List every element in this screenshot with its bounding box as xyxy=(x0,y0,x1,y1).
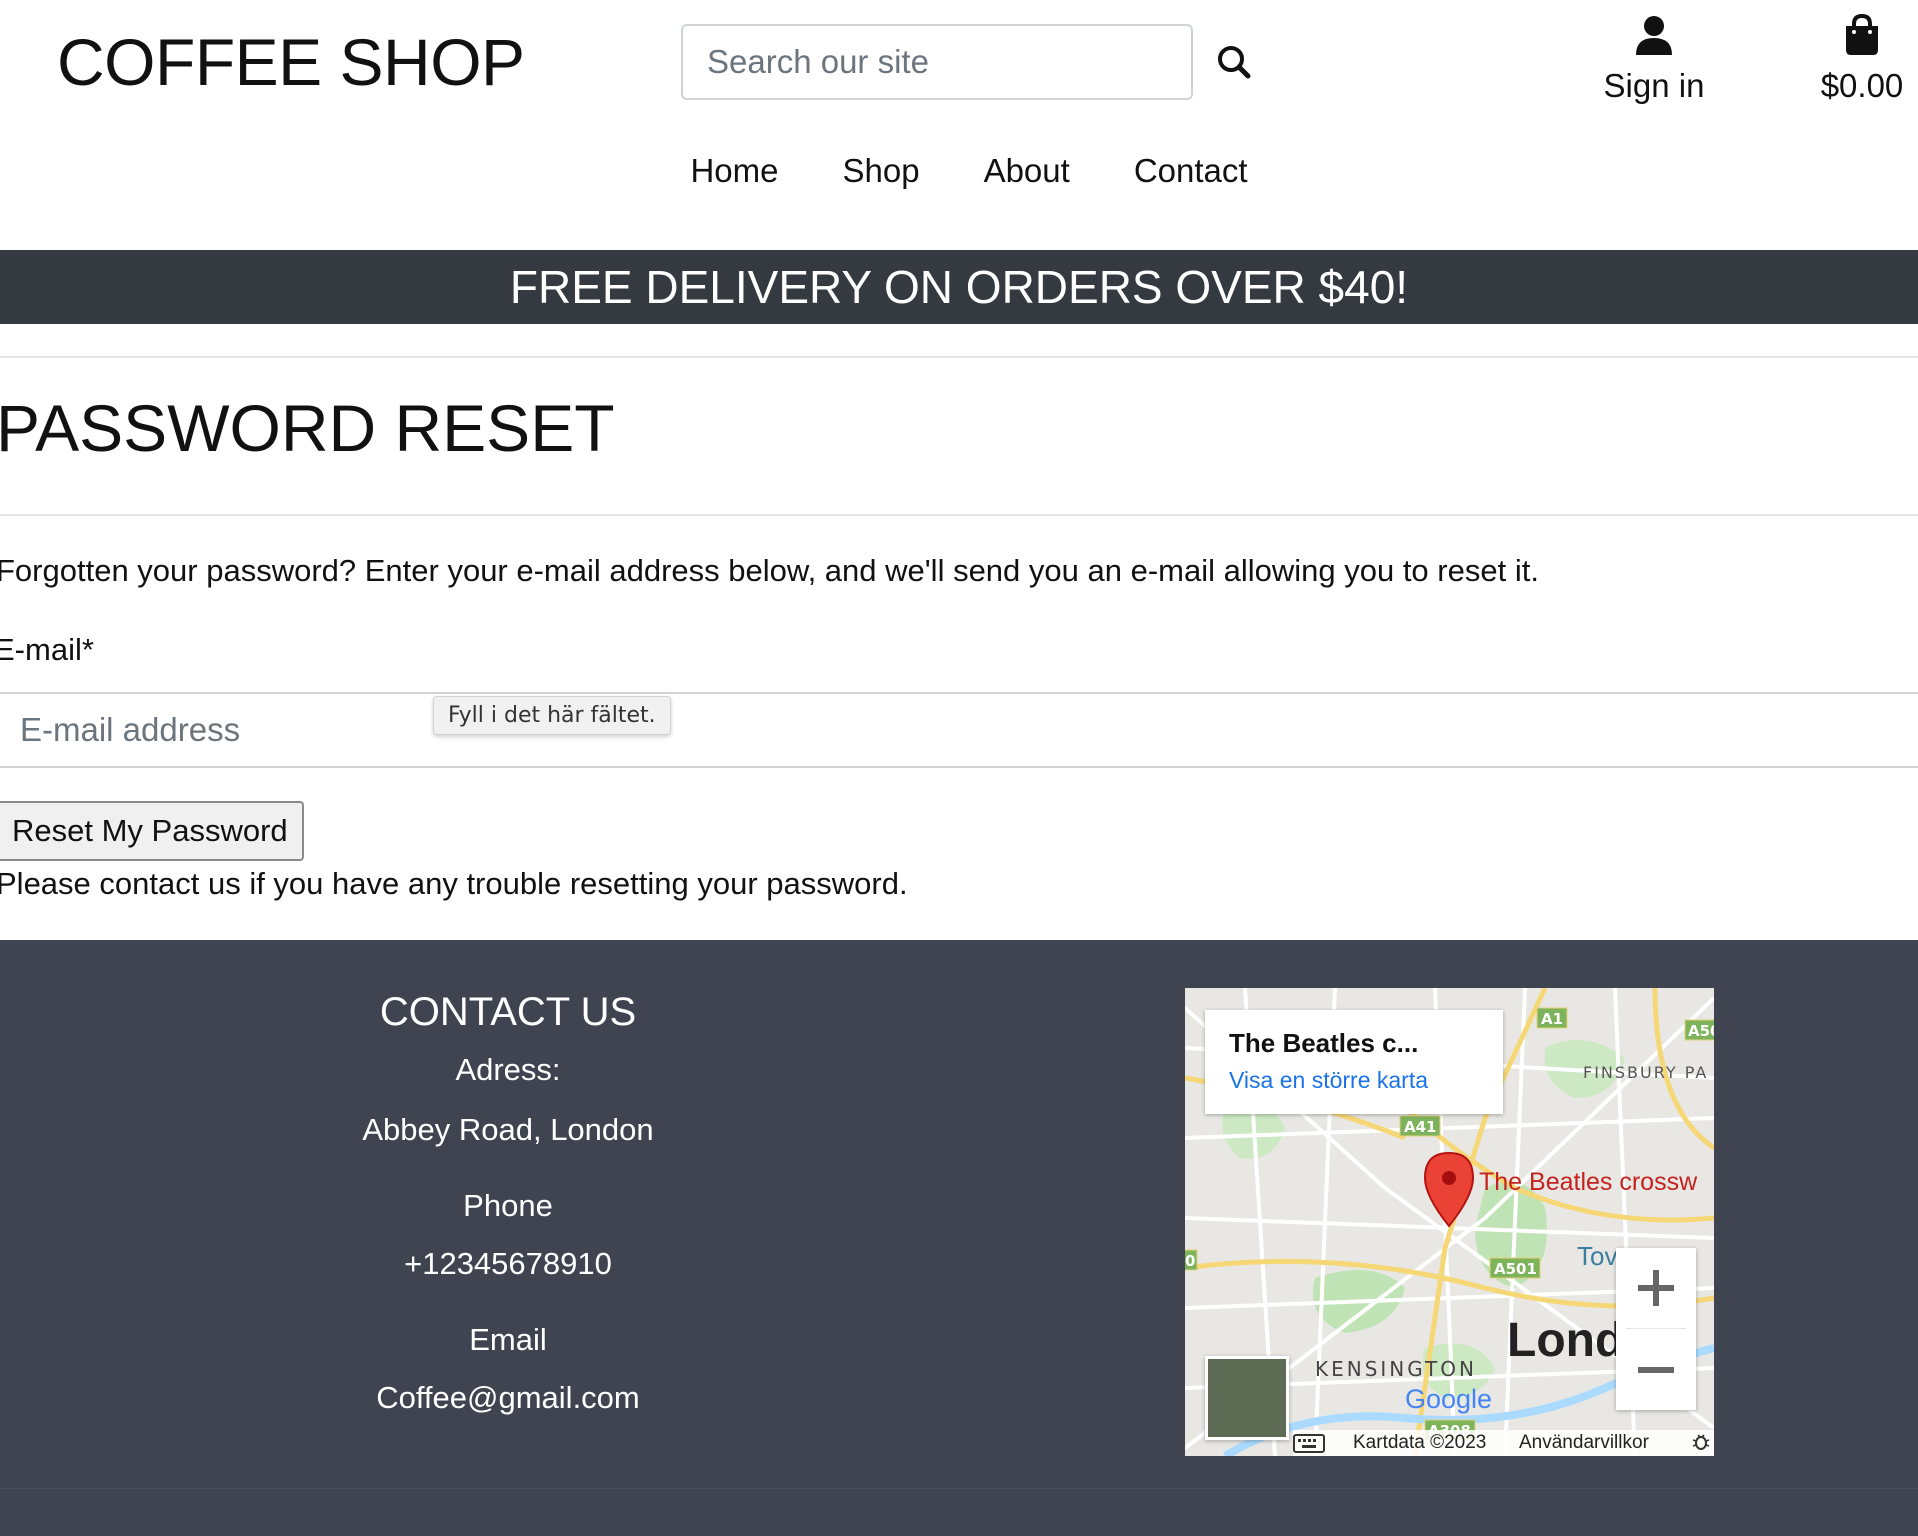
email-value[interactable]: Coffee@gmail.com xyxy=(308,1380,708,1416)
tower-label: Tov xyxy=(1577,1241,1617,1271)
area-label: FINSBURY PA xyxy=(1583,1063,1708,1082)
nav-about[interactable]: About xyxy=(984,152,1070,190)
divider xyxy=(0,514,1918,516)
nav-contact[interactable]: Contact xyxy=(1134,152,1248,190)
nav-shop[interactable]: Shop xyxy=(842,152,919,190)
keyboard-icon xyxy=(1293,1434,1325,1453)
zoom-controls xyxy=(1616,1248,1696,1410)
account-label: Sign in xyxy=(1603,67,1705,104)
road-label: A501 xyxy=(1494,1260,1537,1278)
zoom-in-button[interactable] xyxy=(1616,1248,1696,1328)
user-icon xyxy=(1636,16,1672,55)
account-link[interactable]: Sign in xyxy=(1598,14,1710,105)
page-title: PASSWORD RESET xyxy=(0,391,615,465)
nav-home[interactable]: Home xyxy=(690,152,778,190)
reset-password-button[interactable]: Reset My Password xyxy=(0,801,304,861)
phone-value: +12345678910 xyxy=(404,1246,612,1281)
divider xyxy=(0,356,1918,358)
larger-map-link[interactable]: Visa en större karta xyxy=(1229,1067,1503,1094)
address-label: Adress: xyxy=(455,1052,561,1087)
satellite-toggle[interactable] xyxy=(1205,1356,1289,1440)
brand-logo[interactable]: COFFEE SHOP xyxy=(57,22,525,102)
intro-text: Forgotten your password? Enter your e-ma… xyxy=(0,553,1539,588)
map-data-credit: Kartdata ©2023 xyxy=(1353,1432,1487,1453)
email-input[interactable] xyxy=(0,694,1918,766)
road-label: A50 xyxy=(1688,1022,1714,1040)
phone-label: Phone xyxy=(463,1188,553,1223)
district-label: KENSINGTON xyxy=(1315,1357,1477,1381)
address-value: Abbey Road, London xyxy=(362,1112,654,1147)
minus-icon xyxy=(1638,1367,1674,1373)
cart-link[interactable]: $0.00 xyxy=(1816,13,1908,105)
road-label: A1 xyxy=(1541,1010,1563,1028)
terms-link[interactable]: Användarvillkor xyxy=(1519,1430,1649,1456)
bug-icon xyxy=(1692,1434,1710,1450)
email-field xyxy=(0,692,1918,768)
map-place-title: The Beatles c... xyxy=(1229,1028,1419,1058)
footer-title: CONTACT US xyxy=(379,990,637,1034)
delivery-banner: FREE DELIVERY ON ORDERS OVER $40! xyxy=(0,250,1918,324)
email-label: Email xyxy=(469,1322,547,1357)
embedded-map[interactable]: A1 A41 A501 A50 A308 0 FINSBURY PA KENSI… xyxy=(1185,988,1714,1456)
map-attribution-bar: Kartdata ©2023 Användarvillkor xyxy=(1293,1430,1714,1456)
search-icon xyxy=(1218,46,1251,79)
validation-tooltip: Fyll i det här fältet. xyxy=(433,696,671,735)
road-label: 0 xyxy=(1185,1252,1195,1270)
city-label: Lond xyxy=(1507,1314,1624,1367)
road-label: A41 xyxy=(1404,1118,1436,1136)
marker-label: The Beatles crossw xyxy=(1479,1168,1698,1196)
search-input[interactable] xyxy=(683,26,1191,98)
search-button[interactable] xyxy=(1214,42,1256,84)
cart-total: $0.00 xyxy=(1820,67,1904,104)
help-text: Please contact us if you have any troubl… xyxy=(0,866,908,901)
search-box xyxy=(681,24,1193,100)
plus-icon xyxy=(1638,1270,1674,1306)
zoom-out-button[interactable] xyxy=(1616,1330,1696,1410)
google-logo: Google xyxy=(1405,1384,1492,1414)
footer-divider xyxy=(0,1488,1918,1489)
zoom-separator xyxy=(1626,1328,1686,1329)
email-field-label: E-mail* xyxy=(0,632,94,667)
shopping-bag-icon xyxy=(1846,13,1878,55)
map-place-card: The Beatles c... Visa en större karta xyxy=(1205,1010,1503,1114)
main-nav: Home Shop About Contact xyxy=(0,152,1918,190)
